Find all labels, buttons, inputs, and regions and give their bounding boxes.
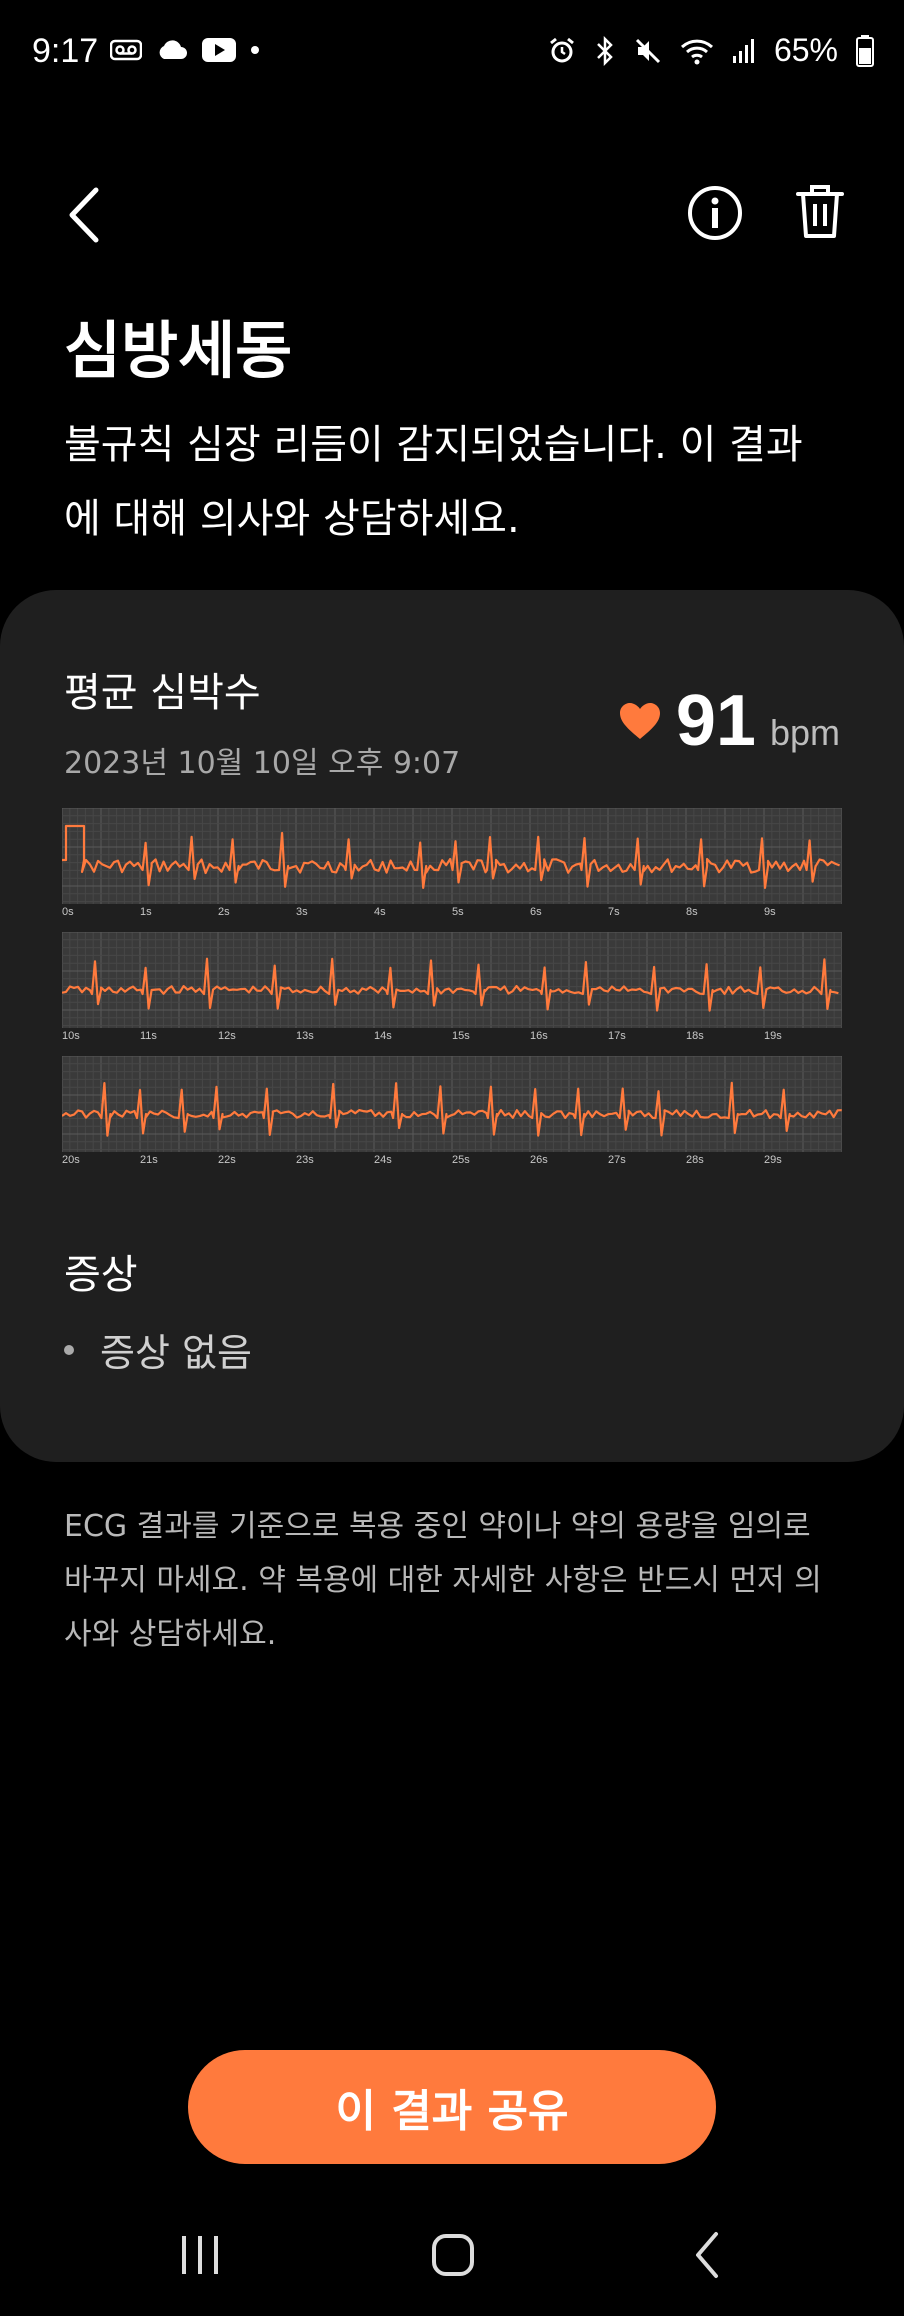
navigation-bar bbox=[0, 2210, 904, 2310]
wifi-icon bbox=[680, 39, 713, 64]
notification-dot-icon bbox=[251, 46, 259, 54]
ecg-ticks-2: 10s 11s 12s 13s 14s 15s 16s 17s 18s 19s bbox=[62, 1030, 842, 1050]
ecg-tick-label: 21s bbox=[140, 1154, 158, 1166]
ecg-tick-label: 26s bbox=[530, 1154, 548, 1166]
ecg-tick-label: 10s bbox=[62, 1030, 80, 1042]
ecg-tick-label: 2s bbox=[218, 906, 230, 918]
status-time: 9:17 bbox=[32, 32, 99, 70]
youtube-icon bbox=[202, 38, 236, 62]
status-system-icons: 65% bbox=[548, 32, 874, 69]
heart-rate-label: 평균 심박수 bbox=[64, 670, 261, 716]
ecg-tick-label: 22s bbox=[218, 1154, 236, 1166]
ecg-ticks-3: 20s 21s 22s 23s 24s 25s 26s 27s 28s 29s bbox=[62, 1154, 842, 1174]
ecg-tick-label: 17s bbox=[608, 1030, 626, 1042]
back-button[interactable] bbox=[60, 180, 110, 250]
ecg-tick-label: 25s bbox=[452, 1154, 470, 1166]
bluetooth-icon bbox=[597, 35, 613, 66]
ecg-tick-label: 7s bbox=[608, 906, 620, 918]
ecg-strip-3 bbox=[62, 1056, 842, 1152]
ecg-strip-2 bbox=[62, 932, 842, 1028]
result-description: 불규칙 심장 리듬이 감지되었습니다. 이 결과에 대해 의사와 상담하세요. bbox=[64, 422, 803, 542]
ecg-tick-label: 13s bbox=[296, 1030, 314, 1042]
ecg-tick-label: 3s bbox=[296, 906, 308, 918]
home-button[interactable] bbox=[430, 2232, 476, 2282]
battery-level: 65% bbox=[773, 32, 838, 68]
heart-rate-unit: bpm bbox=[769, 712, 840, 753]
back-arrow-icon bbox=[69, 187, 99, 243]
heart-rate-display: 91 bpm bbox=[618, 680, 840, 762]
ecg-tick-label: 28s bbox=[686, 1154, 704, 1166]
alarm-icon bbox=[550, 37, 574, 62]
ecg-ticks-1: 0s 1s 2s 3s 4s 5s 6s 7s 8s 9s bbox=[62, 906, 842, 926]
ecg-tick-label: 14s bbox=[374, 1030, 392, 1042]
ecg-trace-2 bbox=[62, 932, 842, 1028]
ecg-trace-3 bbox=[62, 1056, 842, 1152]
status-bar: 9:17 65% bbox=[0, 0, 904, 110]
ecg-tick-label: 8s bbox=[686, 906, 698, 918]
battery-icon bbox=[856, 34, 874, 67]
ecg-strip-1 bbox=[62, 808, 842, 904]
nav-back-button[interactable] bbox=[692, 2230, 722, 2284]
symptoms-title: 증상 bbox=[64, 1252, 138, 1298]
ecg-trace-1 bbox=[62, 808, 842, 904]
ecg-tick-label: 4s bbox=[374, 906, 386, 918]
ecg-tick-label: 20s bbox=[62, 1154, 80, 1166]
page-title: 심방세동 bbox=[64, 314, 293, 387]
measurement-date: 2023년 10월 10일 오후 9:07 bbox=[64, 746, 461, 781]
signal-icon bbox=[732, 38, 754, 63]
ecg-tick-label: 11s bbox=[140, 1030, 157, 1042]
info-button[interactable] bbox=[685, 183, 745, 243]
bullet-icon bbox=[64, 1344, 74, 1355]
medication-disclaimer: ECG 결과를 기준으로 복용 중인 약이나 약의 용량을 임의로 바꾸지 마세… bbox=[64, 1509, 822, 1652]
ecg-tick-label: 0s bbox=[62, 906, 74, 918]
mute-icon bbox=[635, 38, 661, 63]
ecg-tick-label: 1s bbox=[140, 906, 152, 918]
status-notification-icons bbox=[110, 38, 260, 62]
recents-button[interactable] bbox=[178, 2232, 222, 2282]
trash-icon bbox=[796, 185, 844, 238]
nav-back-icon bbox=[696, 2232, 718, 2278]
ecg-tick-label: 15s bbox=[452, 1030, 470, 1042]
recents-icon bbox=[182, 2236, 218, 2274]
info-icon bbox=[688, 186, 742, 240]
ecg-tick-label: 16s bbox=[530, 1030, 548, 1042]
ecg-tick-label: 18s bbox=[686, 1030, 704, 1042]
ecg-tick-label: 23s bbox=[296, 1154, 314, 1166]
ecg-tick-label: 27s bbox=[608, 1154, 626, 1166]
ecg-tick-label: 6s bbox=[530, 906, 542, 918]
ecg-tick-label: 24s bbox=[374, 1154, 392, 1166]
ecg-tick-label: 9s bbox=[764, 906, 776, 918]
ecg-waveform bbox=[62, 957, 839, 1012]
symptom-item: 증상 없음 bbox=[64, 1322, 252, 1377]
ecg-tick-label: 5s bbox=[452, 906, 464, 918]
share-result-button[interactable]: 이 결과 공유 bbox=[188, 2050, 716, 2164]
cloud-icon bbox=[159, 40, 187, 59]
heart-rate-value: 91 bbox=[675, 681, 756, 761]
ecg-tick-label: 12s bbox=[218, 1030, 236, 1042]
symptom-text: 증상 없음 bbox=[100, 1331, 252, 1375]
ecg-tick-label: 19s bbox=[764, 1030, 782, 1042]
home-icon bbox=[432, 2234, 474, 2276]
voicemail-icon bbox=[110, 39, 142, 61]
ecg-result-screen: 9:17 65% 심방세동 불규칙 심장 리듬이 감지되었습니다. 이 결과에 … bbox=[0, 0, 904, 2316]
delete-button[interactable] bbox=[790, 180, 850, 244]
heart-icon bbox=[619, 703, 660, 739]
ecg-tick-label: 29s bbox=[764, 1154, 782, 1166]
